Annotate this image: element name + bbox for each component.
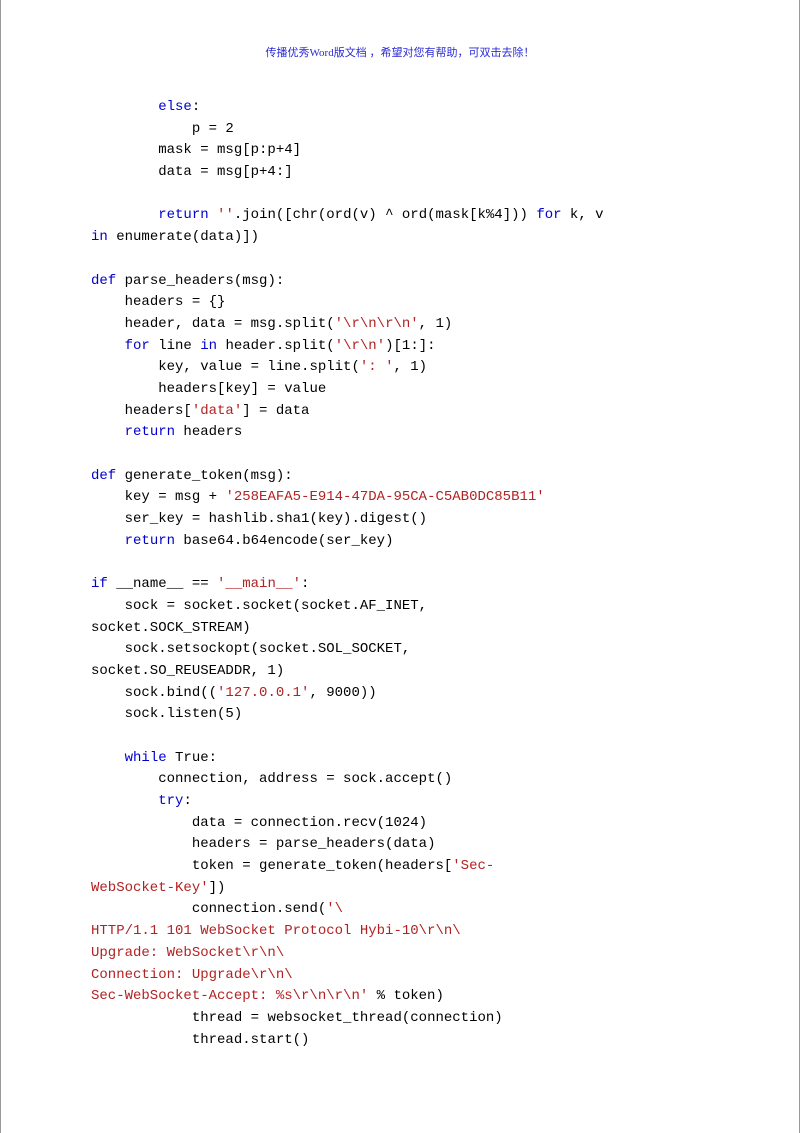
code-line: key = msg + '258EAFA5-E914-47DA-95CA-C5A…	[91, 489, 545, 505]
code-line: thread.start()	[91, 1032, 309, 1048]
code-line: for line in header.split('\r\n')[1:]:	[91, 338, 436, 354]
code-line: try:	[91, 793, 192, 809]
code-line: socket.SOCK_STREAM)	[91, 620, 251, 636]
code-line: connection.send('\	[91, 901, 343, 917]
code-line	[91, 186, 99, 202]
code-line: Upgrade: WebSocket\r\n\	[91, 945, 284, 961]
code-line: Sec-WebSocket-Accept: %s\r\n\r\n' % toke…	[91, 988, 444, 1004]
code-line: return headers	[91, 424, 242, 440]
code-line: else:	[91, 99, 200, 115]
code-line: headers = parse_headers(data)	[91, 836, 435, 852]
code-line	[91, 728, 99, 744]
code-line: socket.SO_REUSEADDR, 1)	[91, 663, 284, 679]
code-line: def parse_headers(msg):	[91, 273, 284, 289]
code-line: sock = socket.socket(socket.AF_INET,	[91, 598, 435, 614]
code-line: return ''.join([chr(ord(v) ^ ord(mask[k%…	[91, 207, 612, 223]
code-line: token = generate_token(headers['Sec-	[91, 858, 494, 874]
code-line: sock.setsockopt(socket.SOL_SOCKET,	[91, 641, 419, 657]
code-line	[91, 251, 99, 267]
code-line: sock.bind(('127.0.0.1', 9000))	[91, 685, 377, 701]
code-line: data = msg[p+4:]	[91, 164, 293, 180]
code-line: connection, address = sock.accept()	[91, 771, 452, 787]
code-line: headers[key] = value	[91, 381, 326, 397]
header-note: 传播优秀Word版文档 ，希望对您有帮助，可双击去除！	[91, 45, 709, 62]
code-line: thread = websocket_thread(connection)	[91, 1010, 503, 1026]
code-line: return base64.b64encode(ser_key)	[91, 533, 393, 549]
code-line	[91, 446, 99, 462]
document-page: 传播优秀Word版文档 ，希望对您有帮助，可双击去除！ else: p = 2 …	[0, 0, 800, 1133]
code-line: p = 2	[91, 121, 234, 137]
code-line	[91, 554, 99, 570]
code-line: mask = msg[p:p+4]	[91, 142, 301, 158]
code-line: while True:	[91, 750, 217, 766]
code-line: ser_key = hashlib.sha1(key).digest()	[91, 511, 427, 527]
code-line: WebSocket-Key'])	[91, 880, 225, 896]
code-line: HTTP/1.1 101 WebSocket Protocol Hybi-10\…	[91, 923, 461, 939]
code-line: key, value = line.split(': ', 1)	[91, 359, 427, 375]
code-line: headers['data'] = data	[91, 403, 309, 419]
code-line: def generate_token(msg):	[91, 468, 293, 484]
code-block: else: p = 2 mask = msg[p:p+4] data = msg…	[91, 97, 709, 1051]
code-line: sock.listen(5)	[91, 706, 242, 722]
code-line: if __name__ == '__main__':	[91, 576, 309, 592]
code-line: headers = {}	[91, 294, 225, 310]
code-line: Connection: Upgrade\r\n\	[91, 967, 293, 983]
code-line: in enumerate(data)])	[91, 229, 259, 245]
code-line: header, data = msg.split('\r\n\r\n', 1)	[91, 316, 452, 332]
code-line: data = connection.recv(1024)	[91, 815, 427, 831]
